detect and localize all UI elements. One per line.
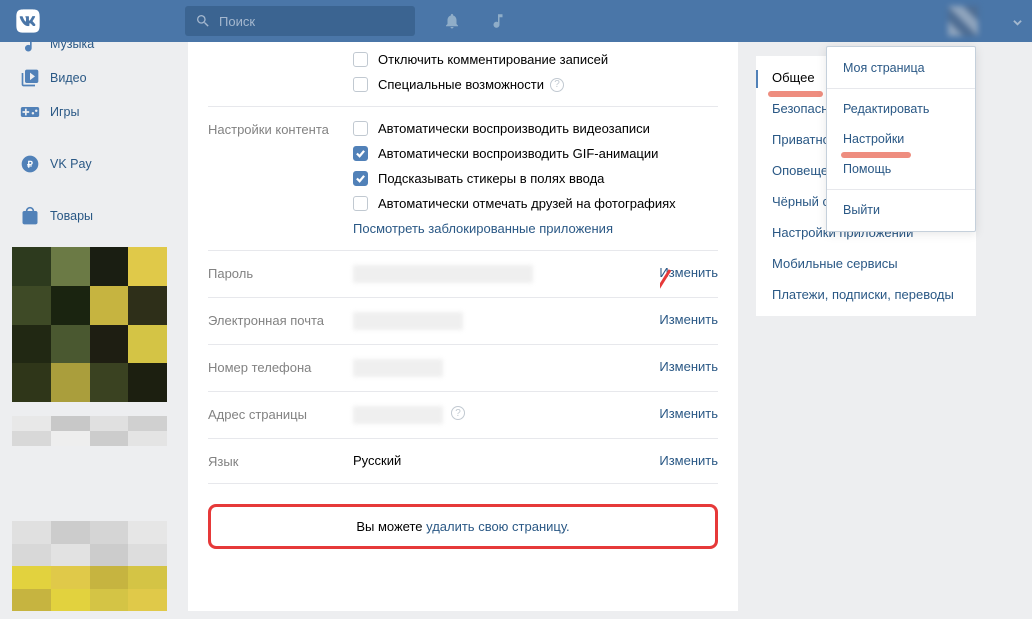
option-label: Специальные возможности — [378, 77, 544, 92]
auto-gif-option[interactable]: Автоматически воспроизводить GIF-анимаци… — [353, 146, 718, 161]
address-label: Адрес страницы — [208, 406, 353, 424]
checkbox-unchecked-icon — [353, 52, 368, 67]
notifications-icon[interactable] — [443, 12, 461, 30]
email-label: Электронная почта — [208, 312, 353, 330]
tab-label: Общее — [772, 70, 815, 85]
tab-label: Мобильные сервисы — [772, 256, 898, 271]
market-nav-icon — [20, 206, 40, 226]
tab-label: Платежи, подписки, переводы — [772, 287, 954, 302]
search-icon — [195, 13, 211, 29]
checkbox-unchecked-icon — [353, 77, 368, 92]
tab-payments[interactable]: Платежи, подписки, переводы — [756, 279, 976, 310]
stickers-option[interactable]: Подсказывать стикеры в полях ввода — [353, 171, 718, 186]
svg-text:₽: ₽ — [27, 159, 33, 169]
help-icon[interactable]: ? — [451, 406, 465, 420]
change-language-link[interactable]: Изменить — [659, 453, 718, 469]
nav-market[interactable]: Товары — [12, 199, 180, 233]
delete-prefix: Вы можете — [356, 519, 426, 534]
nav-label: VK Pay — [50, 157, 92, 171]
option-label: Подсказывать стикеры в полях ввода — [378, 171, 604, 186]
help-icon[interactable]: ? — [550, 78, 564, 92]
nav-label: Игры — [50, 105, 79, 119]
language-label: Язык — [208, 453, 353, 469]
disable-comments-option[interactable]: Отключить комментирование записей — [353, 52, 718, 67]
dropdown-edit[interactable]: Редактировать — [827, 94, 975, 124]
music-icon[interactable] — [489, 12, 507, 30]
auto-tag-option[interactable]: Автоматически отмечать друзей на фотогра… — [353, 196, 718, 211]
vk-logo-icon[interactable] — [14, 7, 42, 35]
auto-video-option[interactable]: Автоматически воспроизводить видеозаписи — [353, 121, 718, 136]
dropdown-logout[interactable]: Выйти — [827, 195, 975, 225]
checkbox-checked-icon — [353, 146, 368, 161]
change-password-link[interactable]: Изменить — [659, 265, 718, 283]
dropdown-label: Настройки — [843, 132, 904, 146]
change-phone-link[interactable]: Изменить — [659, 359, 718, 377]
option-label: Отключить комментирование записей — [378, 52, 608, 67]
nav-games[interactable]: Игры — [12, 95, 180, 129]
checkbox-unchecked-icon — [353, 196, 368, 211]
sidebar-widget-2 — [12, 416, 167, 476]
option-label: Автоматически воспроизводить видеозаписи — [378, 121, 650, 136]
address-value-hidden — [353, 406, 443, 424]
vkpay-nav-icon: ₽ — [20, 154, 40, 174]
phone-value-hidden — [353, 359, 443, 377]
profile-menu-trigger[interactable] — [948, 4, 1020, 38]
change-email-link[interactable]: Изменить — [659, 312, 718, 330]
settings-panel: Отключить комментирование записей Специа… — [188, 42, 738, 611]
change-address-link[interactable]: Изменить — [659, 406, 718, 424]
top-header — [0, 0, 1032, 42]
accessibility-option[interactable]: Специальные возможности ? — [353, 77, 718, 92]
option-label: Автоматически воспроизводить GIF-анимаци… — [378, 146, 658, 161]
delete-account-link[interactable]: удалить свою страницу. — [426, 519, 570, 534]
language-value: Русский — [353, 453, 401, 469]
dropdown-my-page[interactable]: Моя страница — [827, 53, 975, 83]
sidebar-widget-1 — [12, 247, 167, 402]
checkbox-unchecked-icon — [353, 121, 368, 136]
password-value-hidden — [353, 265, 533, 283]
delete-account-box: Вы можете удалить свою страницу. — [208, 504, 718, 549]
avatar-icon — [948, 6, 978, 36]
dropdown-settings[interactable]: Настройки — [827, 124, 975, 154]
nav-label: Товары — [50, 209, 93, 223]
sidebar-widget-3 — [12, 521, 167, 611]
checkbox-checked-icon — [353, 171, 368, 186]
search-input[interactable] — [185, 6, 415, 36]
option-label: Автоматически отмечать друзей на фотогра… — [378, 196, 676, 211]
content-label: Настройки контента — [208, 121, 353, 236]
right-sidebar: Общее Безопасность Приватность Оповещени… — [756, 42, 976, 611]
tab-mobile[interactable]: Мобильные сервисы — [756, 248, 976, 279]
left-sidebar: Музыка Видео Игры ₽ VK Pay Товары — [12, 42, 180, 611]
nav-vkpay[interactable]: ₽ VK Pay — [12, 147, 180, 181]
blocked-apps-link[interactable]: Посмотреть заблокированные приложения — [353, 221, 718, 236]
nav-label: Видео — [50, 71, 87, 85]
video-nav-icon — [20, 68, 40, 88]
password-label: Пароль — [208, 265, 353, 283]
dropdown-help[interactable]: Помощь — [827, 154, 975, 184]
nav-video[interactable]: Видео — [12, 61, 180, 95]
games-nav-icon — [20, 102, 40, 122]
phone-label: Номер телефона — [208, 359, 353, 377]
profile-dropdown: Моя страница Редактировать Настройки Пом… — [826, 46, 976, 232]
chevron-down-icon — [1013, 18, 1022, 27]
email-value-hidden — [353, 312, 463, 330]
